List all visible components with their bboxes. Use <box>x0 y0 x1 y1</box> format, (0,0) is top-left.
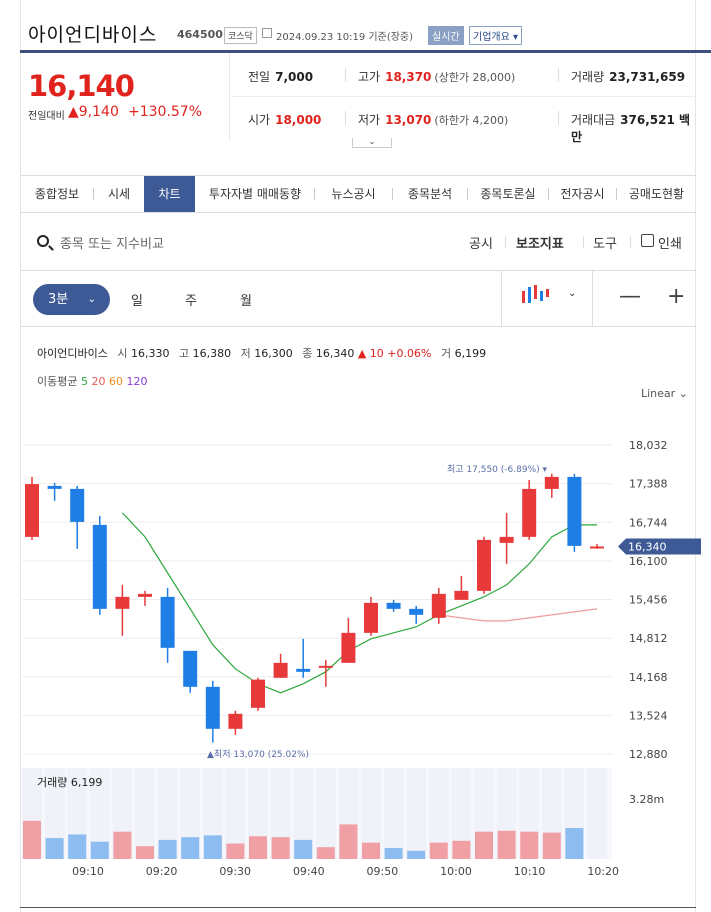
y-tick-label: 14,168 <box>629 671 668 684</box>
y-tick-label: 15,456 <box>629 594 668 607</box>
volume-bg-column <box>587 768 607 859</box>
volume-bar <box>452 840 471 859</box>
x-tick-label: 10:20 <box>587 865 619 878</box>
x-tick-label: 10:00 <box>440 865 472 878</box>
max-price-label: 최고 17,550 (-6.89%) ▾ <box>447 464 547 475</box>
volume-bar <box>158 839 177 859</box>
candle-body <box>273 662 288 678</box>
price-chart[interactable]: 거래량 6,1993.28m 18,03217,38816,74416,1001… <box>0 0 711 912</box>
y-tick-label: 16,744 <box>629 516 668 529</box>
candle-body <box>183 650 198 687</box>
candle-body <box>92 524 107 609</box>
x-tick-label: 09:30 <box>219 865 251 878</box>
candle-body <box>409 608 424 615</box>
y-tick-label: 18,032 <box>629 439 668 452</box>
volume-bar <box>565 828 584 859</box>
volume-bar <box>520 831 539 859</box>
candle-body <box>138 593 152 597</box>
volume-bar <box>362 842 380 859</box>
y-tick-label: 13,524 <box>629 709 668 722</box>
x-tick-label: 09:10 <box>72 865 104 878</box>
x-axis-ticks: 09:10 09:20 09:30 09:40 09:50 10:00 10:10 10:20 <box>72 865 619 878</box>
volume-bar <box>203 835 222 859</box>
volume-bar <box>475 831 493 859</box>
candle-body <box>251 679 265 708</box>
min-price-label: ▲최저 13,070 (25.02%) <box>207 749 309 760</box>
bottom-divider <box>20 907 696 908</box>
volume-bar <box>68 834 87 859</box>
volume-bg-column <box>315 768 336 859</box>
x-tick-label: 09:40 <box>293 865 325 878</box>
volume-bar <box>497 830 516 859</box>
volume-bar <box>136 846 154 859</box>
volume-label: 거래량 6,199 <box>37 776 102 789</box>
x-tick-label: 10:10 <box>514 865 546 878</box>
volume-bar <box>429 842 448 859</box>
candle-body <box>205 686 220 729</box>
volume-bar <box>45 838 64 859</box>
volume-axis-label: 3.28m <box>629 793 664 806</box>
candle-body <box>318 665 333 668</box>
candle-body <box>431 593 446 618</box>
candle-body <box>454 590 469 600</box>
volume-bar <box>542 832 561 859</box>
y-tick-label: 17,388 <box>629 478 668 491</box>
candle-body <box>296 668 311 672</box>
candle-body <box>341 632 356 663</box>
candle-body <box>47 485 62 489</box>
candle-body <box>590 546 604 549</box>
ma20-path <box>438 608 598 622</box>
last-price-label: 16,340 <box>628 540 667 553</box>
candle-body <box>567 476 582 546</box>
volume-bar <box>23 820 41 859</box>
volume-bars: 거래량 6,199 3.28m <box>22 768 664 859</box>
volume-bar <box>271 837 290 859</box>
x-tick-label: 09:50 <box>367 865 399 878</box>
candle-body <box>364 602 378 633</box>
candle-body <box>25 484 39 537</box>
volume-bg-column <box>135 768 155 859</box>
volume-bar <box>384 848 403 859</box>
y-axis-ticks: 18,032 17,388 16,744 16,100 15,456 14,812 14,1… <box>629 439 668 761</box>
volume-bar <box>226 843 245 859</box>
volume-bar <box>90 841 109 859</box>
volume-bar <box>316 847 335 859</box>
ma20-line <box>438 608 598 622</box>
candle-body <box>115 596 130 609</box>
candle-body <box>228 713 243 729</box>
candle-body <box>386 602 401 609</box>
volume-bg-column <box>383 768 404 859</box>
volume-bar <box>249 836 267 859</box>
y-tick-label: 16,100 <box>629 555 668 568</box>
candle-body <box>70 488 85 522</box>
candle-body <box>499 536 514 543</box>
y-tick-label: 12,880 <box>629 748 668 761</box>
candle-body <box>160 596 175 648</box>
candle-body <box>477 539 491 591</box>
volume-bar <box>181 837 200 859</box>
volume-bg-column <box>406 768 427 859</box>
x-tick-label: 09:20 <box>146 865 178 878</box>
candle-body <box>544 476 559 489</box>
y-tick-label: 14,812 <box>629 632 668 645</box>
volume-bar <box>407 850 426 859</box>
volume-bar <box>294 839 313 859</box>
candle-body <box>522 488 537 537</box>
volume-bar <box>113 831 132 859</box>
candles <box>25 473 604 743</box>
volume-bar <box>339 824 358 859</box>
